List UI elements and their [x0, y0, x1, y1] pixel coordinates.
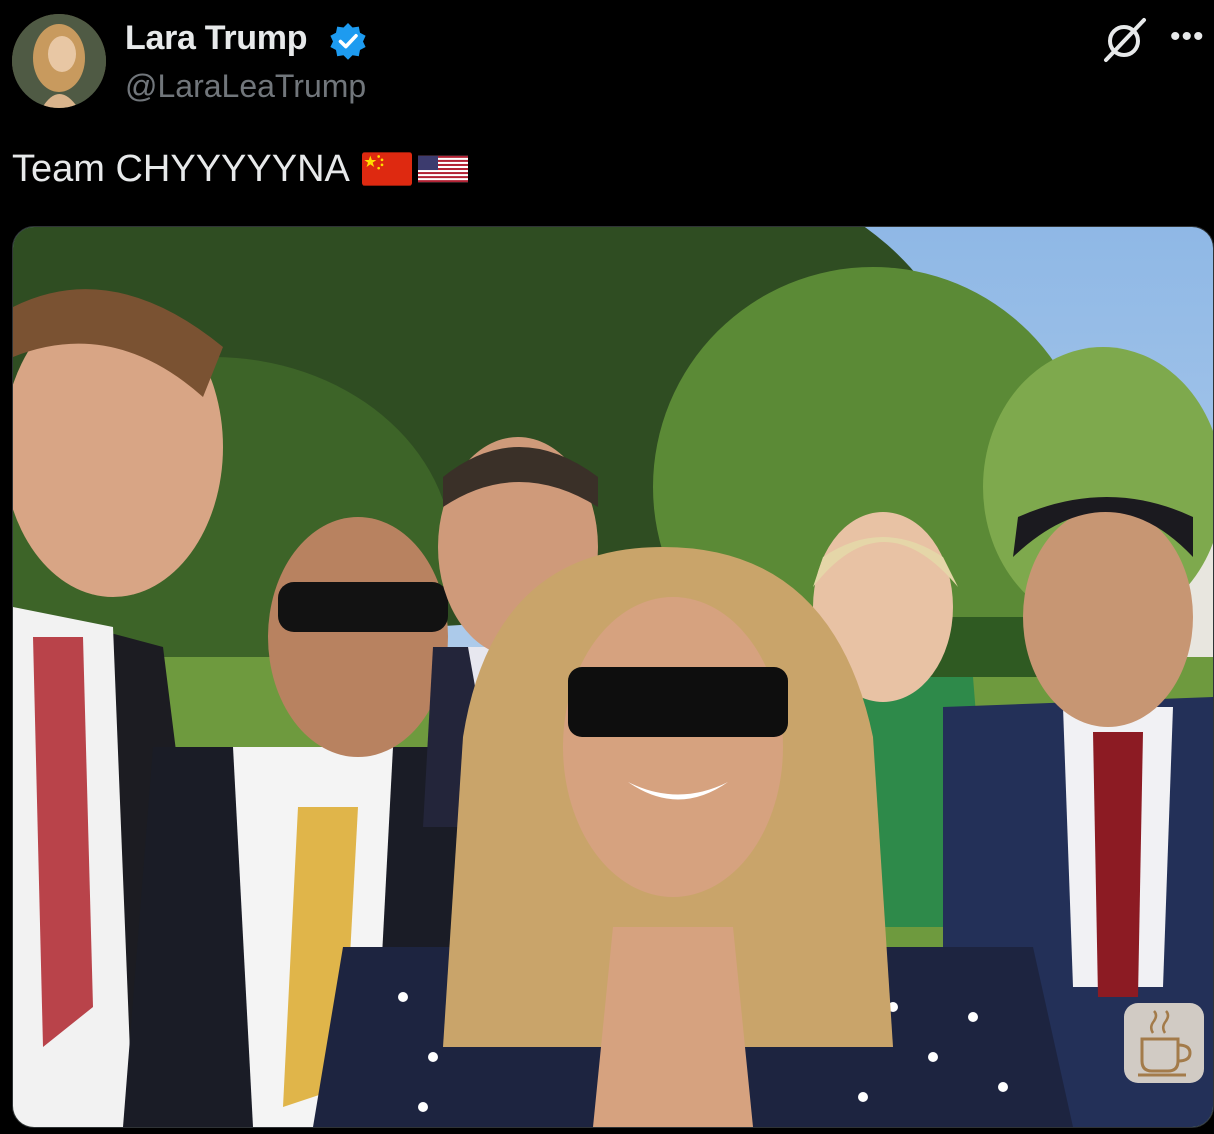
tweet-photo[interactable]: [12, 226, 1214, 1128]
tweet-header: Lara Trump @LaraLeaTrump •••: [0, 0, 1214, 120]
display-name[interactable]: Lara Trump: [125, 18, 307, 58]
more-options-icon[interactable]: •••: [1170, 22, 1210, 52]
verified-badge-icon: [328, 21, 368, 61]
avatar[interactable]: [12, 14, 106, 108]
usa-flag-icon: [417, 152, 468, 186]
grok-icon[interactable]: [1100, 16, 1148, 64]
tweet-text-row: Team CHYYYYYNA: [12, 146, 468, 192]
china-flag-icon: [361, 152, 412, 186]
user-handle[interactable]: @LaraLeaTrump: [125, 66, 366, 106]
coffee-cup-icon[interactable]: [1124, 1003, 1204, 1083]
tweet-text: Team CHYYYYYNA: [12, 148, 350, 190]
